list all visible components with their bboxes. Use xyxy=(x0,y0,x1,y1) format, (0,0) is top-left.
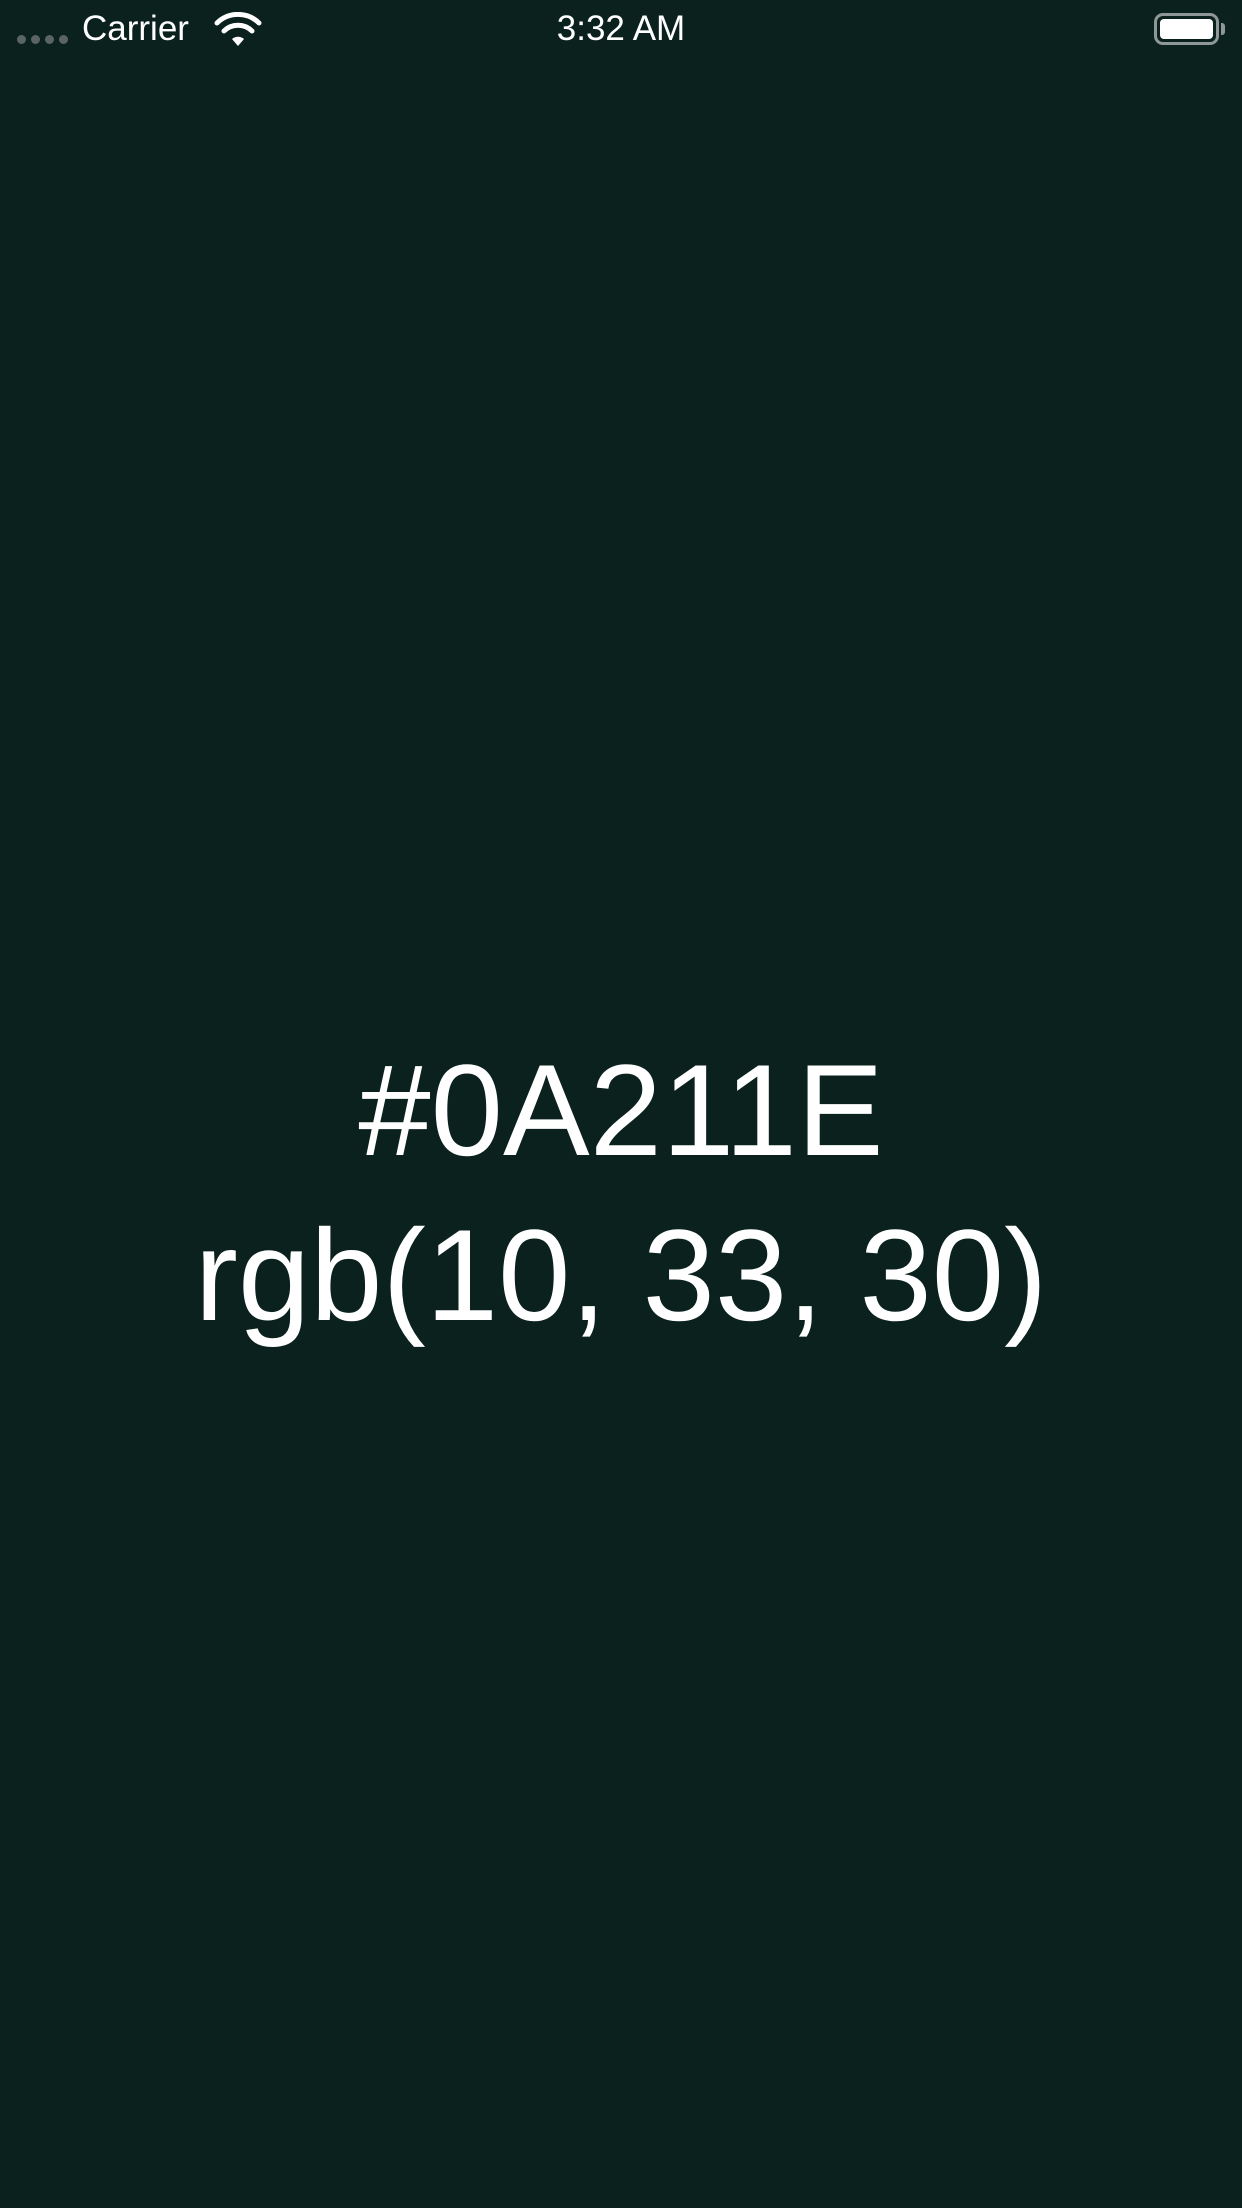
battery-cap xyxy=(1221,23,1225,35)
color-info: #0A211E rgb(10, 33, 30) xyxy=(0,1030,1242,1360)
battery-full-icon xyxy=(1154,13,1219,45)
hex-color-label: #0A211E xyxy=(358,1037,884,1183)
status-bar: Carrier 3:32 AM xyxy=(0,0,1242,60)
status-time: 3:32 AM xyxy=(556,9,686,48)
battery-level-fill xyxy=(1160,19,1213,39)
rgb-color-label: rgb(10, 33, 30) xyxy=(194,1202,1048,1348)
